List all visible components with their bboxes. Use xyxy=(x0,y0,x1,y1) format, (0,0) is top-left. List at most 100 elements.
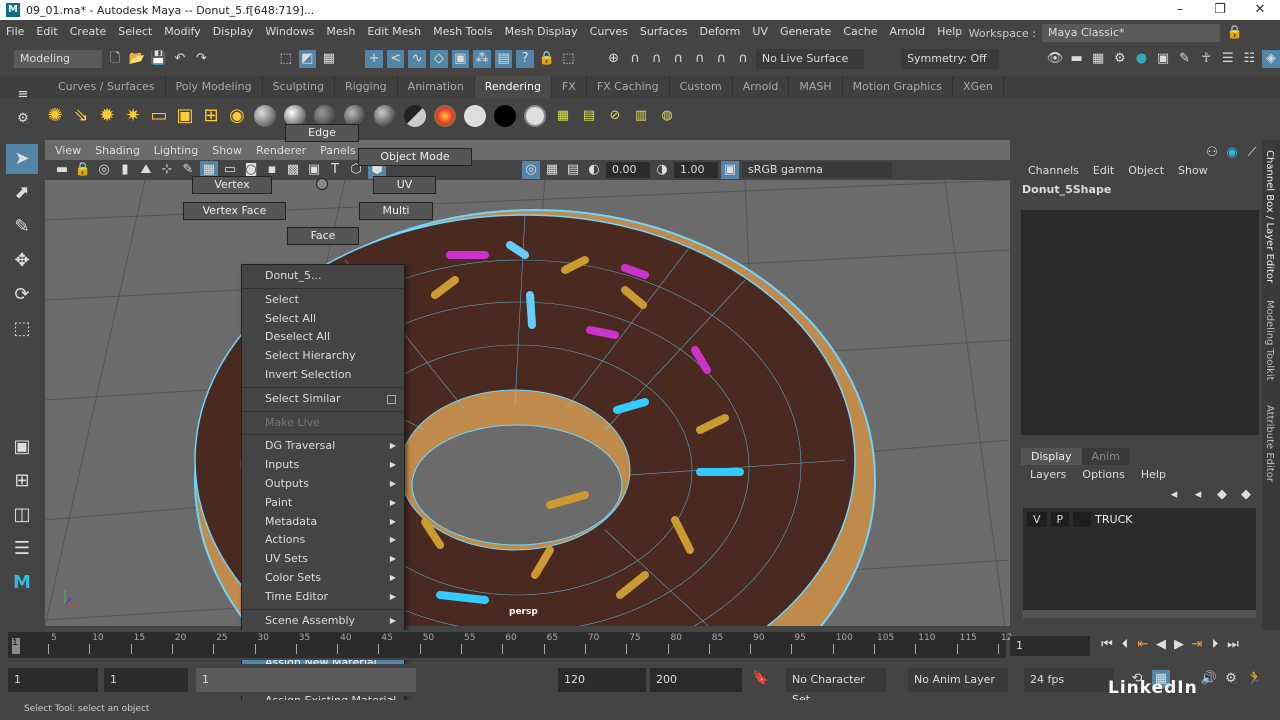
render-frame-icon[interactable]: ▬ xyxy=(1068,50,1086,68)
exposure-icon[interactable]: ◐ xyxy=(585,161,603,179)
play-backward-icon[interactable]: ◀ xyxy=(1152,636,1170,654)
select-hierarchy-icon[interactable]: ⬚ xyxy=(277,50,295,68)
marking-menu-uv[interactable]: UV xyxy=(373,176,436,194)
workspace-dropdown[interactable]: Maya Classic* xyxy=(1042,24,1220,42)
snap-magnet-icon[interactable]: ∩ xyxy=(734,50,752,68)
open-scene-icon[interactable]: 📂 xyxy=(128,50,146,68)
animation-start-field[interactable]: 1 xyxy=(8,668,98,692)
select-camera-icon[interactable]: ▬ xyxy=(53,161,71,179)
menu-create[interactable]: Create xyxy=(70,25,107,38)
symmetry-field[interactable]: Symmetry: Off xyxy=(901,49,1000,69)
camera-aim-icon[interactable]: ◉ xyxy=(228,107,246,125)
menu-modify[interactable]: Modify xyxy=(164,25,200,38)
menu-help[interactable]: Help xyxy=(937,25,962,38)
lasso-tool-icon[interactable]: ⬈ xyxy=(6,178,38,208)
shelf-tab-animation[interactable]: Animation xyxy=(398,76,475,98)
menu-item-inputs[interactable]: Inputs ▶ xyxy=(242,456,404,475)
menu-curves[interactable]: Curves xyxy=(590,25,628,38)
shelf-tab-rigging[interactable]: Rigging xyxy=(335,76,398,98)
channel-menu-channels[interactable]: Channels xyxy=(1028,164,1079,177)
select-tool-icon[interactable]: ➤ xyxy=(6,144,38,174)
ipr-render-icon[interactable]: ▦ xyxy=(1089,50,1107,68)
menu-mesh[interactable]: Mesh xyxy=(326,25,355,38)
camera-icon[interactable]: ⊞ xyxy=(202,107,220,125)
use-background-icon[interactable] xyxy=(494,105,516,127)
shelf-tab-fx-caching[interactable]: FX Caching xyxy=(587,76,670,98)
view-transform-dropdown[interactable]: sRGB gamma xyxy=(742,162,892,178)
menu-item-select[interactable]: Select xyxy=(242,291,404,310)
anim-layer-dropdown[interactable]: No Anim Layer xyxy=(908,668,1008,692)
shelf-tab-sculpting[interactable]: Sculpting xyxy=(263,76,335,98)
marking-menu-face[interactable]: Face xyxy=(287,227,359,245)
xray-icon[interactable]: ▦ xyxy=(543,161,561,179)
snap-live-icon[interactable]: ∩ xyxy=(713,50,731,68)
undo-icon[interactable]: ↶ xyxy=(171,50,189,68)
shelf-tab-fx[interactable]: FX xyxy=(552,76,587,98)
menu-select[interactable]: Select xyxy=(118,25,152,38)
shading-map-icon[interactable] xyxy=(524,105,546,127)
layer-menu-layers[interactable]: Layers xyxy=(1030,468,1066,481)
hypershade-shelf-icon[interactable]: ◍ xyxy=(658,107,676,125)
menu-uv[interactable]: UV xyxy=(752,25,768,38)
outliner-layout-icon[interactable]: ☰ xyxy=(6,534,38,564)
lock-icon[interactable]: 🔒 xyxy=(1226,24,1244,42)
lock-camera-icon[interactable]: 🔒 xyxy=(74,161,92,179)
marking-menu-edge[interactable]: Edge xyxy=(285,124,359,142)
menu-deform[interactable]: Deform xyxy=(699,25,740,38)
select-surface-icon[interactable]: ▣ xyxy=(451,50,470,68)
menu-item-dg-traversal[interactable]: DG Traversal ▶ xyxy=(242,437,404,456)
new-scene-icon[interactable]: 🗋 xyxy=(106,50,124,68)
shelf-tab-motion-graphics[interactable]: Motion Graphics xyxy=(843,76,954,98)
camera-attributes-icon[interactable]: ◎ xyxy=(95,161,113,179)
render-view-icon[interactable]: 👁 xyxy=(1046,50,1064,68)
menu-file[interactable]: File xyxy=(6,25,24,38)
paint-select-tool-icon[interactable]: ✎ xyxy=(6,212,38,242)
directional-light-icon[interactable]: ⇘ xyxy=(72,107,90,125)
marking-menu-vertex-face[interactable]: Vertex Face xyxy=(183,202,286,220)
snap-curve-icon[interactable]: ∩ xyxy=(626,50,644,68)
menu-item-select-hierarchy[interactable]: Select Hierarchy xyxy=(242,347,404,366)
auto-key-icon[interactable]: 🔖 xyxy=(752,670,770,688)
channel-menu-edit[interactable]: Edit xyxy=(1093,164,1114,177)
spot-light-icon[interactable]: ✷ xyxy=(124,107,142,125)
render-icon[interactable]: ▤ xyxy=(580,107,598,125)
panel-menu-panels[interactable]: Panels xyxy=(320,144,355,160)
tab-modeling-toolkit[interactable]: Modeling Toolkit xyxy=(1264,300,1275,381)
current-frame-field[interactable]: 1 xyxy=(1010,636,1090,656)
gamma-field[interactable]: 1.00 xyxy=(674,162,718,178)
move-layer-up-icon[interactable]: ◂ xyxy=(1165,486,1183,504)
move-tool-icon[interactable]: ✥ xyxy=(6,246,38,276)
bookmark-icon[interactable]: ▮ xyxy=(116,161,134,179)
select-edge-icon[interactable]: < xyxy=(386,50,405,68)
menu-item-actions[interactable]: Actions ▶ xyxy=(242,531,404,550)
layer-tab-anim[interactable]: Anim xyxy=(1081,448,1130,465)
rotate-tool-icon[interactable]: ⟳ xyxy=(6,280,38,310)
step-back-icon[interactable]: ⏴ xyxy=(1116,636,1134,654)
human-ik-icon[interactable]: ☥ xyxy=(1197,50,1215,68)
lambert-shader-icon[interactable] xyxy=(254,105,276,127)
safe-title-icon[interactable]: T xyxy=(326,161,344,179)
color-management-icon[interactable]: ▣ xyxy=(721,161,739,179)
point-light-icon[interactable]: ✹ xyxy=(98,107,116,125)
single-perspective-layout-icon[interactable]: ▣ xyxy=(6,432,38,462)
menu-item-metadata[interactable]: Metadata ▶ xyxy=(242,513,404,532)
tab-attribute-editor[interactable]: Attribute Editor xyxy=(1264,405,1275,482)
snap-view-icon[interactable]: ∩ xyxy=(670,50,688,68)
menu-item-scene-assembly[interactable]: Scene Assembly ▶ xyxy=(242,612,404,631)
two-view-layout-icon[interactable]: ◫ xyxy=(6,500,38,530)
select-vertex-icon[interactable]: + xyxy=(365,50,383,68)
menu-item-uv-sets[interactable]: UV Sets ▶ xyxy=(242,550,404,569)
layer-display-type[interactable] xyxy=(1073,512,1092,527)
attribute-toggle-icon[interactable]: ⟋ xyxy=(1243,144,1261,162)
layer-visibility-toggle[interactable]: V xyxy=(1027,512,1047,527)
fps-dropdown[interactable]: 24 fps xyxy=(1024,668,1114,692)
character-set-dropdown[interactable]: No Character Set xyxy=(786,668,886,706)
animation-end-field[interactable]: 200 xyxy=(650,668,742,692)
panel-menu-lighting[interactable]: Lighting xyxy=(154,144,198,160)
shelf-tab-curves-surfaces[interactable]: Curves / Surfaces xyxy=(48,76,166,98)
select-render-icon[interactable]: ▤ xyxy=(494,50,513,68)
lock-selection-icon[interactable]: 🔒 xyxy=(538,50,556,68)
snap-surface-icon[interactable]: ∩ xyxy=(691,50,709,68)
menu-item-outputs[interactable]: Outputs ▶ xyxy=(242,475,404,494)
shelf-tab-rendering[interactable]: Rendering xyxy=(474,76,552,98)
